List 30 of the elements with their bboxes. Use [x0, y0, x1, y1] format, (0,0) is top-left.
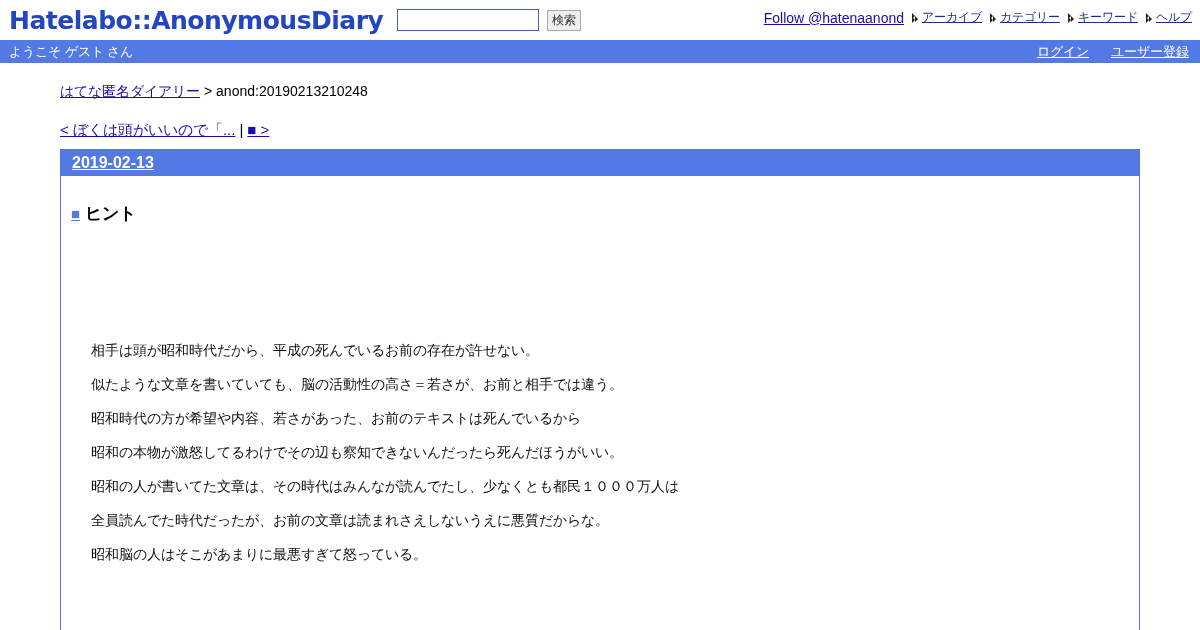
nav-link[interactable]: アーカイブ [922, 9, 982, 26]
site-logo[interactable]: Hatelabo::AnonymousDiary [9, 5, 384, 35]
welcome-text: ようこそ ゲスト さん [9, 42, 134, 61]
body-paragraph: 昭和の人が書いてた文章は、その時代はみんなが読んでたし、少なくとも都民１０００万人は [91, 477, 679, 495]
breadcrumb-link[interactable]: はてな匿名ダイアリー [60, 83, 200, 103]
next-link[interactable]: ■ > [247, 121, 270, 143]
follow-link[interactable]: Follow @hatenaanond [763, 9, 904, 26]
body-paragraph: 昭和の本物が激怒してるわけでその辺も察知できないんだったら死んだほうがいい。 [91, 443, 623, 461]
section-anchor-link[interactable]: ■ [71, 205, 81, 222]
section-title: ヒント [85, 203, 137, 225]
body-paragraph: 昭和時代の方が希望や内容、若さがあった、お前のテキストは死んでいるから [91, 409, 581, 427]
body-paragraph: 似たような文章を書いていても、脳の活動性の高さ＝若さが、お前と相手では違う。 [91, 375, 623, 393]
account-link[interactable]: ログイン [1037, 42, 1089, 61]
arrow-icon [912, 12, 918, 23]
arrow-icon [1068, 12, 1074, 23]
arrow-icon [1146, 12, 1152, 23]
search-field[interactable] [397, 9, 540, 31]
breadcrumb-current: > anond:20190213210248 [204, 83, 368, 101]
body-paragraph: 相手は頭が昭和時代だから、平成の死んでいるお前の存在が許せない。 [91, 341, 539, 359]
search-button[interactable]: 検索 [547, 9, 582, 31]
arrow-icon [990, 12, 996, 23]
nav-link[interactable]: カテゴリー [1000, 9, 1060, 26]
pager-separator: | [239, 121, 244, 140]
nav-link[interactable]: ヘルプ [1156, 9, 1192, 26]
nav-link[interactable]: キーワード [1078, 9, 1138, 26]
previous-link[interactable]: < ぼくは頭がいいので「... [60, 121, 236, 143]
account-link[interactable]: ユーザー登録 [1111, 42, 1189, 61]
body-paragraph: 昭和脳の人はそこがあまりに最悪すぎて怒っている。 [91, 545, 427, 563]
date-link[interactable]: 2019-02-13 [72, 154, 154, 172]
body-paragraph: 全員読んでた時代だったが、お前の文章は読まれさえしないうえに悪質だからな。 [91, 511, 609, 529]
